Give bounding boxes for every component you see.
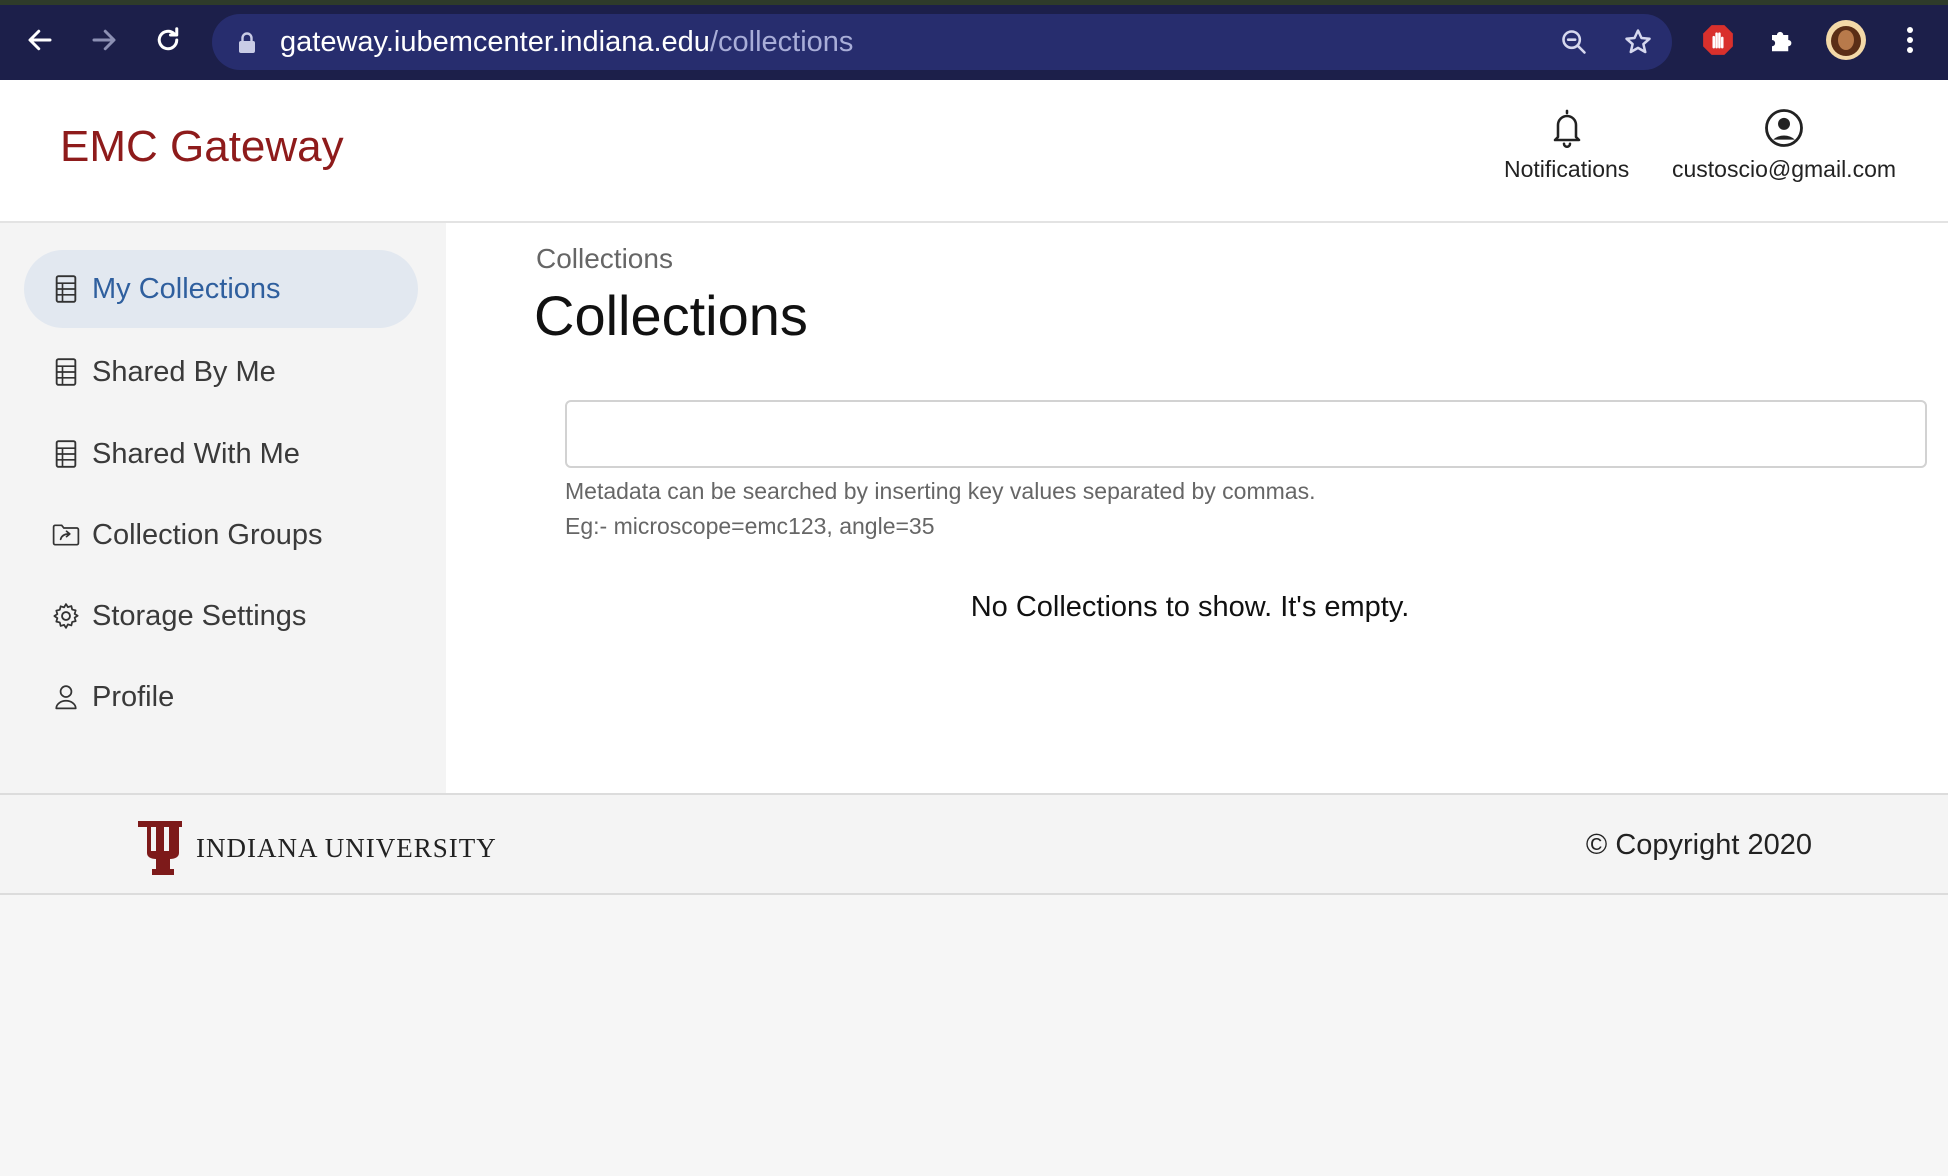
institution-name: INDIANA UNIVERSITY — [196, 832, 497, 863]
zoom-icon[interactable] — [1558, 26, 1590, 58]
spreadsheet-icon — [52, 275, 80, 303]
folder-share-icon — [52, 521, 80, 549]
spreadsheet-icon — [52, 358, 80, 386]
breadcrumb[interactable]: Collections — [536, 243, 673, 275]
main-content: Collections Collections Metadata can be … — [446, 223, 1948, 793]
sidebar-item-profile[interactable]: Profile — [24, 658, 418, 736]
user-menu-button[interactable]: custoscio@gmail.com — [1672, 108, 1896, 183]
sidebar-item-label: My Collections — [92, 272, 281, 305]
profile-avatar-button[interactable] — [1824, 18, 1868, 62]
metadata-search-input[interactable] — [565, 400, 1927, 468]
reload-button[interactable] — [146, 18, 190, 62]
brand-title[interactable]: EMC Gateway — [60, 122, 344, 172]
footer: INDIANA UNIVERSITY © Copyright 2020 — [0, 793, 1948, 895]
search-hint: Metadata can be searched by inserting ke… — [565, 478, 1316, 504]
url-text: gateway.iubemcenter.indiana.edu/collecti… — [280, 26, 853, 58]
url-host: gateway.iubemcenter.indiana.edu — [280, 26, 710, 58]
gear-icon — [52, 602, 80, 630]
url-path: /collections — [709, 26, 854, 58]
sidebar-item-storage-settings[interactable]: Storage Settings — [24, 577, 418, 655]
sidebar-item-shared-by-me[interactable]: Shared By Me — [24, 333, 418, 411]
person-icon — [52, 683, 80, 711]
user-email: custoscio@gmail.com — [1672, 156, 1897, 182]
lock-icon — [238, 32, 256, 59]
sidebar: My Collections Shared By Me Shared With … — [0, 223, 446, 793]
reload-icon — [157, 27, 179, 51]
notifications-button[interactable]: Notifications — [1504, 108, 1629, 183]
sidebar-item-label: Profile — [92, 680, 175, 713]
extensions-button[interactable] — [1760, 18, 1804, 62]
sidebar-item-collection-groups[interactable]: Collection Groups — [24, 496, 418, 574]
sidebar-item-label: Shared With Me — [92, 437, 300, 470]
copyright-text: © Copyright 2020 — [1585, 829, 1812, 861]
sidebar-item-label: Shared By Me — [92, 355, 276, 388]
sidebar-item-shared-with-me[interactable]: Shared With Me — [24, 415, 418, 493]
star-icon[interactable] — [1622, 26, 1654, 58]
empty-state-message: No Collections to show. It's empty. — [970, 591, 1410, 623]
sidebar-item-label: Storage Settings — [92, 599, 307, 632]
back-button[interactable] — [18, 18, 62, 62]
iu-trident-icon — [138, 821, 182, 875]
avatar-icon — [1826, 20, 1866, 60]
arrow-right-icon — [92, 29, 116, 51]
spreadsheet-icon — [52, 440, 80, 468]
tab-strip-edge — [0, 0, 1948, 5]
search-hint-example: Eg:- microscope=emc123, angle=35 — [565, 513, 935, 539]
adblock-extension-button[interactable] — [1696, 18, 1740, 62]
arrow-left-icon — [28, 29, 52, 51]
stop-hand-icon — [1703, 25, 1733, 55]
puzzle-icon — [1772, 31, 1792, 52]
page-title: Collections — [534, 284, 808, 347]
bell-icon — [1553, 109, 1580, 148]
indiana-university-logo[interactable]: INDIANA UNIVERSITY — [138, 821, 497, 875]
sidebar-item-label: Collection Groups — [92, 518, 323, 551]
browser-toolbar: gateway.iubemcenter.indiana.edu/collecti… — [0, 0, 1948, 80]
sidebar-item-my-collections[interactable]: My Collections — [24, 250, 418, 328]
kebab-menu-icon — [1907, 27, 1913, 53]
user-circle-icon — [1765, 109, 1803, 147]
address-bar[interactable]: gateway.iubemcenter.indiana.edu/collecti… — [212, 14, 1672, 70]
notifications-label: Notifications — [1504, 156, 1630, 182]
forward-button[interactable] — [82, 18, 126, 62]
app-header: EMC Gateway Notifications custoscio@gmai… — [0, 80, 1948, 223]
browser-menu-button[interactable] — [1888, 18, 1932, 62]
